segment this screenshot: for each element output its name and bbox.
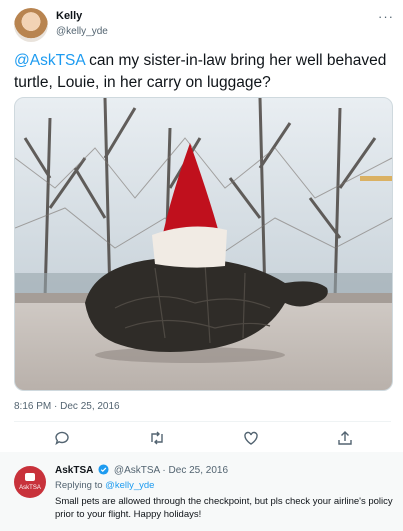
chat-bubble-icon: [25, 473, 35, 481]
tweet: Kelly @kelly_yde ··· @AskTSA can my sist…: [0, 0, 403, 452]
asktsa-avatar[interactable]: AskTSA: [14, 466, 46, 498]
reply-date[interactable]: Dec 25, 2016: [169, 465, 229, 476]
more-options-icon[interactable]: ···: [378, 9, 394, 24]
author-name[interactable]: Kelly: [56, 10, 82, 22]
reply-header: AskTSA @AskTSA · Dec 25, 2016: [55, 464, 228, 478]
tweet-timestamp[interactable]: 8:16 PM · Dec 25, 2016: [14, 401, 120, 412]
replying-prefix: Replying to: [55, 480, 106, 491]
reply-text: Small pets are allowed through the check…: [55, 496, 393, 520]
author-handle[interactable]: @kelly_yde: [56, 26, 108, 37]
replying-to: Replying to @kelly_yde: [55, 480, 154, 491]
tweet-text: @AskTSA can my sister-in-law bring her w…: [14, 50, 394, 94]
turtle-photo-illustration: [15, 98, 392, 390]
reply-tweet[interactable]: AskTSA AskTSA @AskTSA · Dec 25, 2016 Rep…: [0, 452, 403, 531]
heart-icon[interactable]: [241, 428, 261, 448]
avatar-label: AskTSA: [19, 485, 41, 491]
comment-icon[interactable]: [52, 428, 72, 448]
divider: [14, 421, 391, 422]
retweet-icon[interactable]: [147, 428, 167, 448]
reply-author-handle[interactable]: @AskTSA: [114, 465, 160, 476]
mention-link[interactable]: @AskTSA: [14, 52, 85, 69]
replying-handle-link[interactable]: @kelly_yde: [105, 480, 154, 491]
tweet-photo[interactable]: [14, 97, 393, 391]
tweet-actions: [14, 424, 391, 452]
share-icon[interactable]: [335, 428, 355, 448]
verified-badge-icon: [98, 464, 109, 478]
separator: ·: [162, 465, 166, 476]
reply-author-name[interactable]: AskTSA: [55, 465, 93, 476]
author-avatar[interactable]: [14, 8, 48, 42]
